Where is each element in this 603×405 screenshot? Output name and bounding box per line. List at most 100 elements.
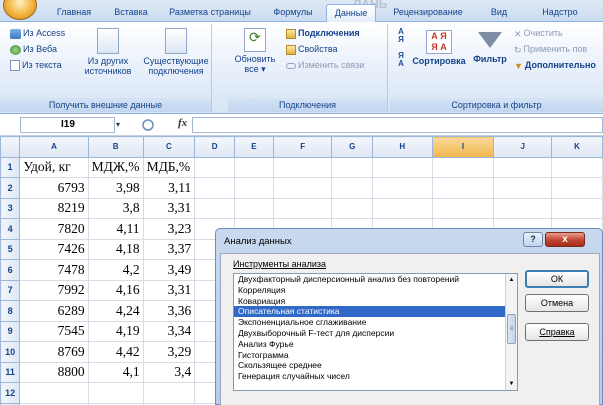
- column-header[interactable]: C: [142, 136, 196, 158]
- column-header[interactable]: E: [234, 136, 274, 158]
- list-item[interactable]: Описательная статистика: [234, 306, 517, 318]
- listbox-scrollbar[interactable]: ▲ ≡ ▼: [505, 274, 517, 390]
- row-header[interactable]: 4: [0, 218, 21, 240]
- cell[interactable]: 8800: [19, 361, 89, 383]
- cell[interactable]: [431, 197, 495, 219]
- sort-za-button[interactable]: ЯА: [394, 52, 408, 70]
- cell[interactable]: 7820: [19, 218, 89, 240]
- cell[interactable]: 3,36: [142, 300, 196, 322]
- cell[interactable]: 7545: [19, 320, 89, 342]
- tab-formulas[interactable]: Формулы: [266, 4, 320, 22]
- insert-function-button[interactable]: fx: [178, 117, 187, 129]
- tab-review[interactable]: Рецензирование: [386, 4, 470, 22]
- tab-addins[interactable]: Надстро: [530, 4, 590, 22]
- tab-page-layout[interactable]: Разметка страницы: [164, 4, 256, 22]
- cell[interactable]: 4,18: [87, 238, 144, 260]
- cell[interactable]: [87, 382, 144, 404]
- sort-button[interactable]: А ЯЯ А Сортировка: [412, 30, 466, 66]
- list-item[interactable]: Экспоненциальное сглаживание: [234, 317, 517, 328]
- cell[interactable]: [372, 177, 433, 199]
- cell[interactable]: 3,31: [142, 279, 196, 301]
- scroll-thumb[interactable]: ≡: [507, 314, 516, 344]
- name-box-dropdown-icon[interactable]: ▾: [116, 117, 128, 133]
- cell[interactable]: 4,2: [87, 259, 144, 281]
- cell[interactable]: 3,49: [142, 259, 196, 281]
- formula-input[interactable]: [192, 117, 603, 133]
- formula-bar-splitter-icon[interactable]: [130, 117, 185, 133]
- scroll-up-icon[interactable]: ▲: [507, 275, 516, 285]
- cell[interactable]: [331, 197, 374, 219]
- help-button[interactable]: Справка: [525, 323, 589, 341]
- properties-button[interactable]: Свойства: [286, 43, 338, 55]
- row-header[interactable]: 7: [0, 279, 21, 301]
- connections-button[interactable]: Подключения: [286, 27, 360, 39]
- column-header-selected[interactable]: I: [431, 136, 495, 158]
- row-header[interactable]: 8: [0, 300, 21, 322]
- refresh-all-button[interactable]: Обновить все ▾: [230, 28, 280, 74]
- column-header[interactable]: D: [194, 136, 236, 158]
- office-button-icon[interactable]: [3, 0, 37, 20]
- cell[interactable]: 3,98: [87, 177, 144, 199]
- column-header[interactable]: J: [493, 136, 553, 158]
- column-header[interactable]: K: [551, 136, 603, 158]
- cell[interactable]: [194, 197, 236, 219]
- cell[interactable]: 3,11: [142, 177, 196, 199]
- column-header[interactable]: F: [272, 136, 333, 158]
- ok-button[interactable]: ОК: [525, 270, 589, 288]
- from-access-button[interactable]: Из Access: [10, 27, 65, 39]
- column-header[interactable]: G: [331, 136, 374, 158]
- cancel-button[interactable]: Отмена: [525, 294, 589, 312]
- tab-view[interactable]: Вид: [482, 4, 516, 22]
- cell[interactable]: 3,34: [142, 320, 196, 342]
- cell[interactable]: [551, 156, 603, 178]
- cell[interactable]: 3,29: [142, 341, 196, 363]
- list-item[interactable]: Двухвыборочный F-тест для дисперсии: [234, 328, 517, 339]
- cell[interactable]: 3,37: [142, 238, 196, 260]
- cell[interactable]: [272, 177, 333, 199]
- row-header[interactable]: 10: [0, 341, 21, 363]
- dialog-help-icon[interactable]: ?: [523, 232, 543, 247]
- from-web-button[interactable]: Из Веба: [10, 43, 57, 55]
- row-header[interactable]: 5: [0, 238, 21, 260]
- clear-filter-button[interactable]: ✕ Очистить: [514, 27, 563, 40]
- row-header[interactable]: 1: [0, 156, 21, 178]
- cell[interactable]: 8769: [19, 341, 89, 363]
- from-text-button[interactable]: Из текста: [10, 59, 62, 72]
- select-all-corner[interactable]: [0, 136, 21, 158]
- column-header[interactable]: B: [87, 136, 144, 158]
- tab-home[interactable]: Главная: [50, 4, 98, 22]
- cell[interactable]: [142, 382, 196, 404]
- cell[interactable]: [551, 177, 603, 199]
- row-header[interactable]: 3: [0, 197, 21, 219]
- edit-links-button[interactable]: Изменить связи: [286, 59, 364, 71]
- cell[interactable]: 7478: [19, 259, 89, 281]
- cell[interactable]: [431, 156, 495, 178]
- list-item[interactable]: Корреляция: [234, 285, 517, 296]
- cell[interactable]: [493, 156, 553, 178]
- cell[interactable]: [194, 156, 236, 178]
- cell[interactable]: [331, 177, 374, 199]
- cell[interactable]: [493, 177, 553, 199]
- name-box[interactable]: I19: [20, 117, 115, 133]
- row-header[interactable]: 11: [0, 361, 21, 383]
- cell[interactable]: 7992: [19, 279, 89, 301]
- tab-insert[interactable]: Вставка: [106, 4, 156, 22]
- column-header[interactable]: H: [372, 136, 433, 158]
- analysis-tools-listbox[interactable]: Двухфакторный дисперсионный анализ без п…: [233, 273, 518, 391]
- from-other-sources-button[interactable]: Из других источников: [78, 28, 138, 76]
- cell[interactable]: [234, 156, 274, 178]
- list-item[interactable]: Ковариация: [234, 296, 517, 307]
- cell[interactable]: [331, 156, 374, 178]
- row-header[interactable]: 6: [0, 259, 21, 281]
- cell[interactable]: [234, 197, 274, 219]
- cell[interactable]: [272, 156, 333, 178]
- existing-connections-button[interactable]: Существующие подключения: [142, 28, 210, 76]
- cell[interactable]: 7426: [19, 238, 89, 260]
- cell[interactable]: [431, 177, 495, 199]
- cell[interactable]: [19, 382, 89, 404]
- cell[interactable]: 3,4: [142, 361, 196, 383]
- list-item[interactable]: Гистограмма: [234, 350, 517, 361]
- advanced-filter-button[interactable]: ▼ Дополнительно: [514, 59, 596, 72]
- cell[interactable]: 3,8: [87, 197, 144, 219]
- cell[interactable]: МДБ,%: [142, 156, 196, 178]
